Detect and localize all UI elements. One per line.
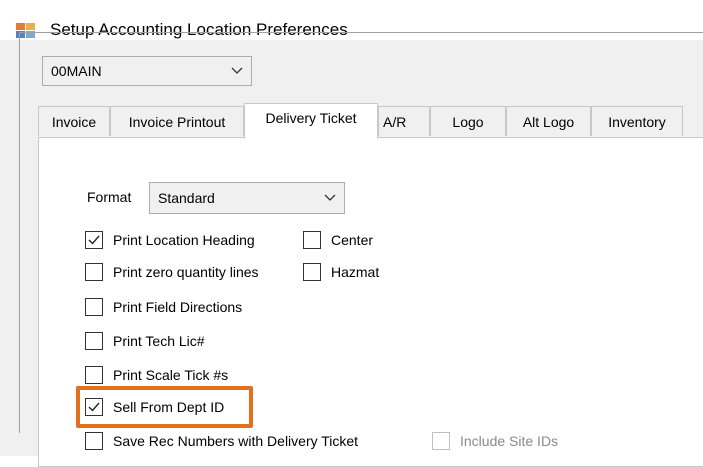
tab-alt-logo[interactable]: Alt Logo [506, 106, 591, 136]
print-location-heading-option[interactable]: Print Location Heading [85, 229, 255, 251]
center-checkbox[interactable] [303, 231, 321, 249]
check-icon [88, 402, 100, 412]
tab-label: Invoice [51, 113, 97, 130]
tab-strip: Invoice Invoice Printout Delivery Ticket… [38, 103, 698, 139]
tab-invoice-printout[interactable]: Invoice Printout [110, 106, 244, 136]
tab-logo[interactable]: Logo [430, 106, 506, 136]
sell-from-dept-id-option[interactable]: Sell From Dept ID [85, 396, 224, 418]
tab-ar[interactable]: A/R [378, 106, 430, 136]
print-location-heading-label: Print Location Heading [113, 232, 255, 248]
center-label: Center [331, 232, 374, 248]
print-zero-quantity-lines-option[interactable]: Print zero quantity lines [85, 261, 259, 283]
print-scale-tick-option[interactable]: Print Scale Tick #s [85, 364, 228, 386]
include-site-ids-label: Include Site IDs [460, 433, 559, 449]
location-select[interactable]: 00MAIN [42, 56, 252, 86]
format-select-value: Standard [158, 190, 215, 206]
tab-label: Logo [452, 113, 484, 130]
print-tech-lic-checkbox[interactable] [85, 332, 103, 350]
print-tech-lic-option[interactable]: Print Tech Lic# [85, 330, 205, 352]
chevron-down-icon [231, 67, 243, 74]
sell-from-dept-id-label: Sell From Dept ID [113, 399, 225, 415]
print-location-heading-checkbox[interactable] [85, 231, 103, 249]
tab-invoice[interactable]: Invoice [38, 106, 110, 136]
save-rec-numbers-label: Save Rec Numbers with Delivery Ticket [113, 433, 359, 449]
tab-label: Alt Logo [522, 113, 575, 130]
hazmat-checkbox[interactable] [303, 263, 321, 281]
center-option[interactable]: Center [303, 229, 373, 251]
hazmat-option[interactable]: Hazmat [303, 261, 379, 283]
tab-label: Inventory [608, 113, 666, 130]
include-site-ids-option: Include Site IDs [432, 430, 558, 452]
print-tech-lic-label: Print Tech Lic# [113, 333, 205, 349]
hazmat-label: Hazmat [331, 264, 380, 280]
print-field-directions-option[interactable]: Print Field Directions [85, 296, 242, 318]
print-zero-quantity-lines-label: Print zero quantity lines [113, 264, 259, 280]
check-icon [88, 235, 100, 245]
tab-label: Delivery Ticket [265, 110, 357, 126]
format-label: Format [87, 189, 132, 205]
print-field-directions-label: Print Field Directions [113, 299, 243, 315]
print-field-directions-checkbox[interactable] [85, 298, 103, 316]
print-scale-tick-checkbox[interactable] [85, 366, 103, 384]
include-site-ids-checkbox [432, 432, 450, 450]
tab-label: A/R [383, 113, 407, 130]
save-rec-numbers-checkbox[interactable] [85, 432, 103, 450]
tab-inventory[interactable]: Inventory [591, 106, 683, 136]
location-select-value: 00MAIN [51, 63, 102, 79]
format-select[interactable]: Standard [149, 182, 345, 214]
sell-from-dept-id-checkbox[interactable] [85, 398, 103, 416]
tab-label: Invoice Printout [128, 113, 226, 130]
tab-delivery-ticket[interactable]: Delivery Ticket [244, 103, 378, 139]
chevron-down-icon [324, 194, 336, 201]
print-scale-tick-label: Print Scale Tick #s [113, 367, 229, 383]
save-rec-numbers-option[interactable]: Save Rec Numbers with Delivery Ticket [85, 430, 358, 452]
print-zero-quantity-lines-checkbox[interactable] [85, 263, 103, 281]
